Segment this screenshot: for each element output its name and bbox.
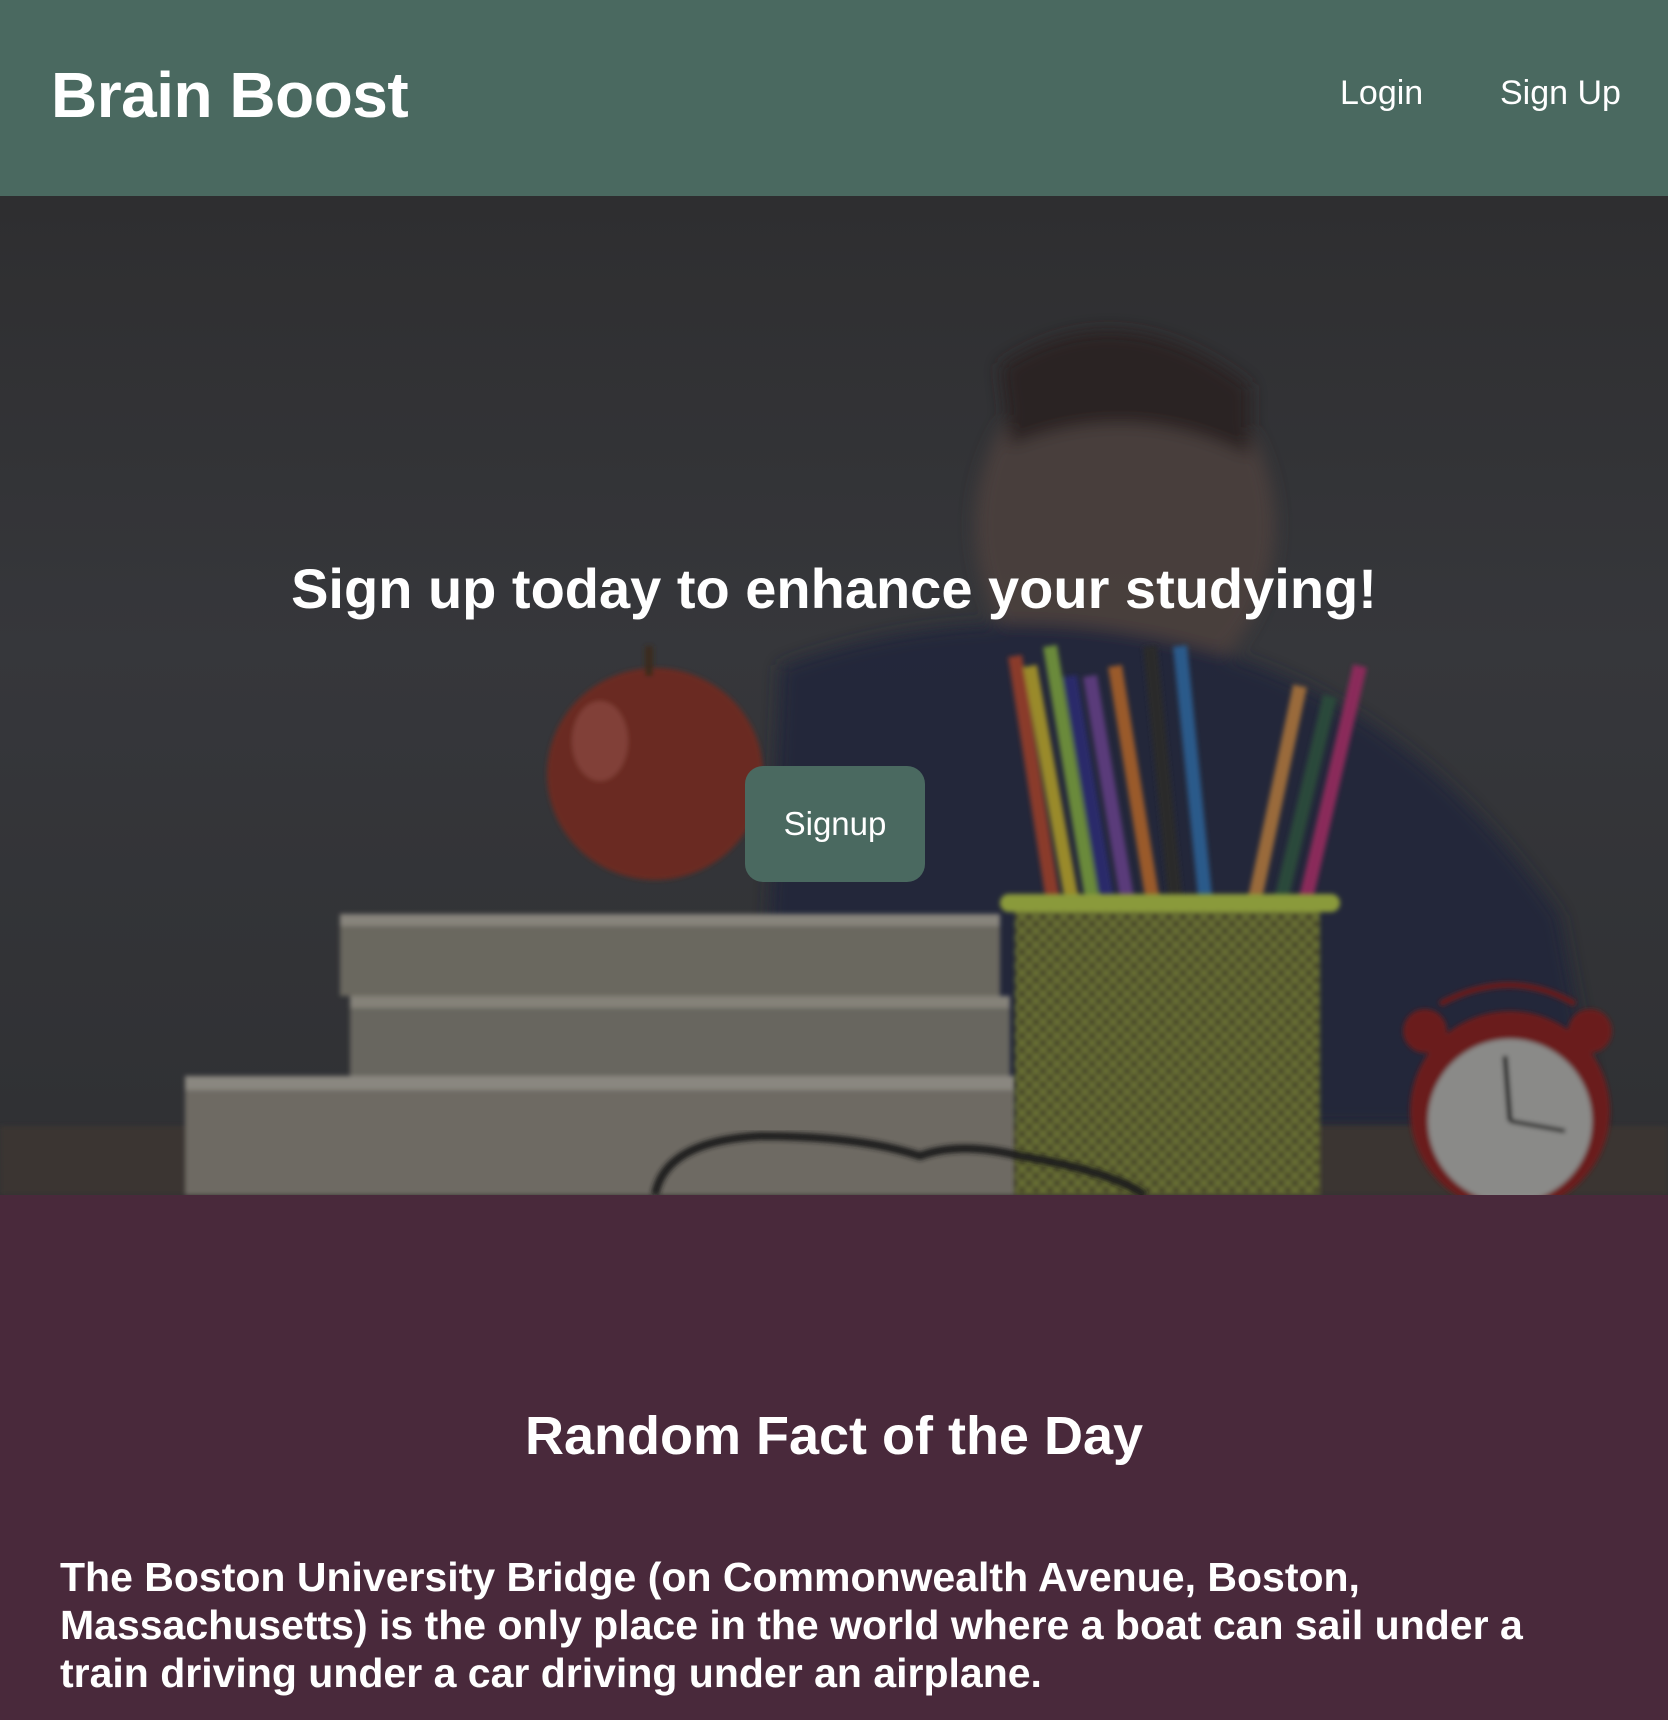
hero-background-image xyxy=(0,330,1668,1195)
navbar: Brain Boost Login Sign Up xyxy=(0,0,1668,196)
brand-logo[interactable]: Brain Boost xyxy=(51,58,409,132)
hero-signup-button[interactable]: Signup xyxy=(745,766,925,882)
hero-section: Sign up today to enhance your studying! … xyxy=(0,196,1668,1195)
fact-section: Random Fact of the Day The Boston Univer… xyxy=(0,1195,1668,1720)
fact-text: The Boston University Bridge (on Commonw… xyxy=(60,1554,1523,1696)
nav-login-link[interactable]: Login xyxy=(1340,74,1423,113)
fact-title: Random Fact of the Day xyxy=(524,1406,1144,1466)
hero-title: Sign up today to enhance your studying! xyxy=(291,557,1377,620)
nav-signup-link[interactable]: Sign Up xyxy=(1500,74,1621,113)
